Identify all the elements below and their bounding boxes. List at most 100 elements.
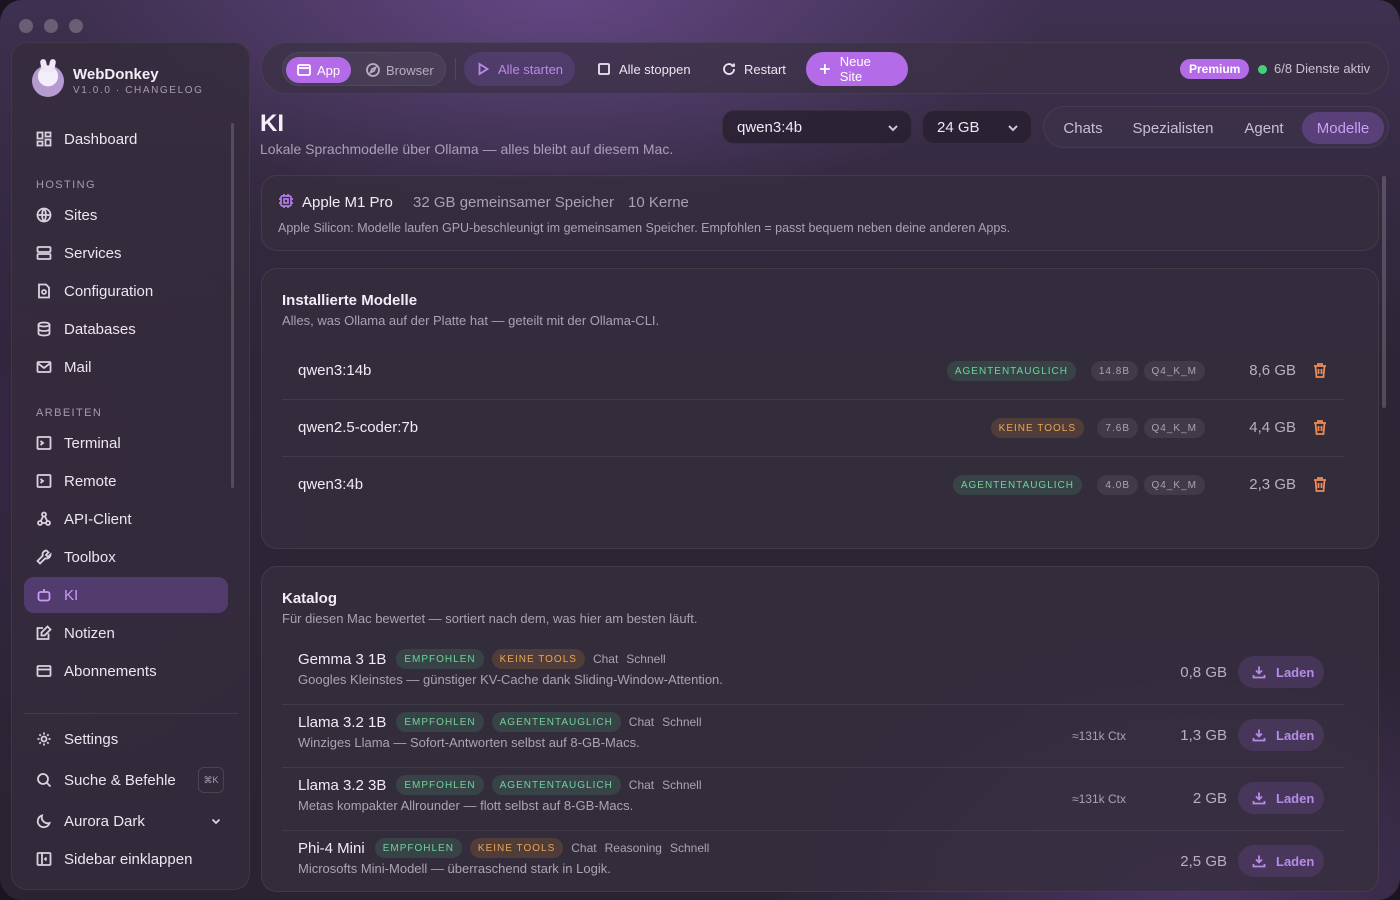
tag: Chat: [628, 715, 655, 729]
sidebar-collapse-button[interactable]: Sidebar einklappen: [24, 841, 228, 877]
tab-agent[interactable]: Agent: [1230, 112, 1298, 144]
sidebar-item-label: Sidebar einklappen: [64, 850, 193, 868]
params-badge: 14.8B: [1090, 361, 1138, 381]
sidebar-item-label: Settings: [64, 730, 119, 748]
gear-icon: [37, 732, 51, 746]
model-name: qwen2.5-coder:7b: [298, 419, 419, 436]
file-settings-icon: [38, 283, 50, 299]
tab-modelle[interactable]: Modelle: [1302, 112, 1384, 144]
recommended-badge: EMPFOHLEN: [396, 775, 484, 795]
sidebar-item-configuration[interactable]: Configuration: [24, 273, 228, 309]
minimize-window-button[interactable]: [44, 19, 58, 33]
sidebar-item-label: Sites: [64, 206, 98, 224]
restart-button[interactable]: Restart: [710, 52, 798, 86]
download-icon: [1252, 855, 1266, 868]
sidebar-item-toolbox[interactable]: Toolbox: [24, 539, 228, 575]
new-site-button[interactable]: Neue Site: [806, 52, 908, 86]
model-description: Metas kompakter Allrounder — flott selbs…: [298, 798, 634, 813]
tag: Schnell: [669, 841, 710, 855]
installed-model-row: qwen2.5-coder:7b KEINE TOOLS 7.6B Q4_K_M…: [282, 400, 1344, 457]
trash-icon[interactable]: [1312, 476, 1328, 493]
model-select[interactable]: qwen3:4b: [722, 110, 912, 144]
sidebar-item-label: Mail: [64, 358, 92, 376]
sidebar-item-label: Abonnements: [64, 662, 157, 680]
catalog-row: Llama 3.2 3B EMPFOHLEN AGENTENTAUGLICH C…: [282, 768, 1344, 831]
sidebar: WebDonkey V1.0.0 · CHANGELOG Dashboard H…: [11, 42, 250, 890]
start-all-button[interactable]: Alle starten: [464, 52, 576, 86]
sidebar-item-abonnements[interactable]: Abonnements: [24, 653, 228, 689]
sidebar-item-terminal[interactable]: Terminal: [24, 425, 228, 461]
load-model-button[interactable]: Laden: [1238, 845, 1324, 877]
sidebar-item-services[interactable]: Services: [24, 235, 228, 271]
mode-browser-button[interactable]: Browser: [355, 57, 445, 83]
ram-select[interactable]: 24 GB: [922, 110, 1032, 144]
capability-badge: AGENTENTAUGLICH: [952, 475, 1082, 495]
sidebar-item-mail[interactable]: Mail: [24, 349, 228, 385]
app-window: WebDonkey V1.0.0 · CHANGELOG Dashboard H…: [0, 0, 1400, 900]
model-size: 2,5 GB: [1180, 853, 1227, 870]
stop-icon: [598, 63, 610, 75]
capability-badge: KEINE TOOLS: [491, 649, 585, 669]
theme-selector[interactable]: Aurora Dark: [24, 803, 228, 839]
close-window-button[interactable]: [19, 19, 33, 33]
stop-all-button[interactable]: Alle stoppen: [585, 52, 703, 86]
sidebar-item-label: Databases: [64, 320, 136, 338]
model-size: 8,6 GB: [1249, 362, 1296, 379]
sidebar-item-ki[interactable]: KI: [24, 577, 228, 613]
catalog-row: Llama 3.2 1B EMPFOHLEN AGENTENTAUGLICH C…: [282, 705, 1344, 768]
mode-switch: App Browser: [282, 52, 446, 86]
sidebar-collapse-icon: [36, 852, 52, 866]
premium-badge[interactable]: Premium: [1180, 59, 1250, 79]
hardware-note: Apple Silicon: Modelle laufen GPU-beschl…: [278, 221, 1011, 235]
download-icon: [1252, 792, 1266, 805]
load-model-button[interactable]: Laden: [1238, 656, 1324, 688]
zoom-window-button[interactable]: [69, 19, 83, 33]
tab-chats[interactable]: Chats: [1050, 112, 1116, 144]
recommended-badge: EMPFOHLEN: [396, 649, 484, 669]
capability-badge: AGENTENTAUGLICH: [946, 361, 1076, 381]
model-name: Llama 3.2 1B: [298, 713, 387, 731]
mode-app-button[interactable]: App: [286, 57, 352, 83]
sidebar-item-sites[interactable]: Sites: [24, 197, 228, 233]
trash-icon[interactable]: [1312, 362, 1328, 379]
load-label: Laden: [1276, 664, 1315, 680]
sidebar-item-api-client[interactable]: API-Client: [24, 501, 228, 537]
page-subtitle: Lokale Sprachmodelle über Ollama — alles…: [260, 141, 674, 157]
sidebar-scrollbar[interactable]: [231, 123, 234, 488]
plus-icon: [819, 64, 830, 74]
section-label-arbeiten: ARBEITEN: [36, 407, 103, 419]
window-controls: [19, 19, 83, 33]
sidebar-item-dashboard[interactable]: Dashboard: [24, 121, 228, 157]
download-icon: [1252, 729, 1266, 742]
main-scrollbar[interactable]: [1382, 176, 1386, 408]
remote-terminal-icon: [36, 474, 52, 488]
tab-spezialisten[interactable]: Spezialisten: [1120, 112, 1226, 144]
sidebar-item-databases[interactable]: Databases: [24, 311, 228, 347]
sidebar-item-settings[interactable]: Settings: [24, 721, 228, 757]
search-shortcut-key: ⌘K: [198, 767, 224, 793]
load-model-button[interactable]: Laden: [1238, 719, 1324, 751]
installed-title: Installierte Modelle: [282, 292, 418, 309]
sidebar-item-remote[interactable]: Remote: [24, 463, 228, 499]
brand[interactable]: WebDonkey V1.0.0 · CHANGELOG: [32, 65, 204, 97]
robot-icon: [37, 589, 51, 602]
sidebar-item-notizen[interactable]: Notizen: [24, 615, 228, 651]
load-label: Laden: [1276, 727, 1315, 743]
recommended-badge: EMPFOHLEN: [374, 838, 462, 858]
catalog-title: Katalog: [282, 590, 338, 607]
app-version[interactable]: V1.0.0 · CHANGELOG: [73, 85, 204, 96]
tag: Chat: [571, 841, 597, 855]
services-status: 6/8 Dienste aktiv: [1274, 61, 1371, 76]
restart-label: Restart: [744, 61, 786, 77]
trash-icon[interactable]: [1312, 419, 1328, 436]
catalog-card: Katalog Für diesen Mac bewertet — sortie…: [261, 566, 1379, 892]
model-name: Gemma 3 1B: [298, 650, 387, 668]
load-model-button[interactable]: Laden: [1238, 782, 1324, 814]
catalog-row: Gemma 3 1B EMPFOHLEN KEINE TOOLS Chat Sc…: [282, 642, 1344, 705]
capability-badge: AGENTENTAUGLICH: [491, 775, 621, 795]
database-icon: [37, 321, 51, 337]
status-indicator-icon: [1258, 65, 1267, 74]
sidebar-item-label: Services: [64, 244, 122, 262]
load-label: Laden: [1276, 853, 1315, 869]
model-name: Llama 3.2 3B: [298, 776, 387, 794]
